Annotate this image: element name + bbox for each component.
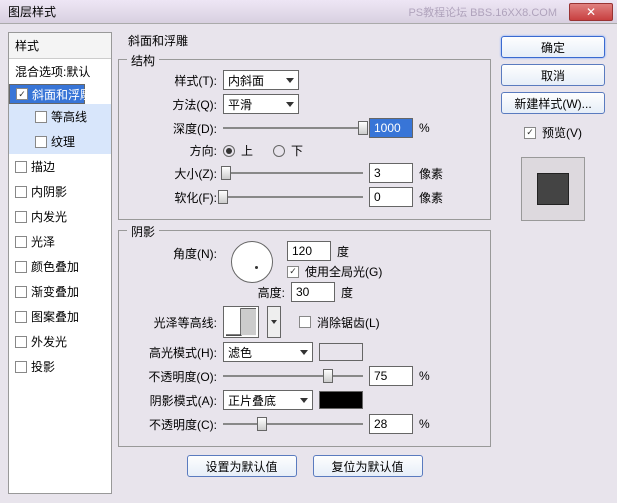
title-bar: 图层样式 PS教程论坛 BBS.16XX8.COM ✕ [0,0,617,24]
chevron-down-icon [286,78,294,83]
sidebar-item-stroke[interactable]: 描边 [9,154,111,179]
checkbox-icon[interactable] [15,186,27,198]
reset-default-button[interactable]: 复位为默认值 [313,455,423,477]
size-label: 大小(Z): [129,165,217,182]
shading-group: 阴影 角度(N): 120度 使用全局光(G) 高度:30度 光泽等高线: 消除… [118,230,491,447]
method-label: 方法(Q): [129,96,217,113]
checkbox-icon[interactable] [15,261,27,273]
sidebar-item-gradient-overlay[interactable]: 渐变叠加 [9,279,111,304]
main-panel: 斜面和浮雕 结构 样式(T): 内斜面 方法(Q): 平滑 深度(D): 100… [118,32,491,494]
highlight-opacity-slider[interactable] [223,368,363,384]
altitude-input[interactable]: 30 [291,282,335,302]
sidebar-item-pattern-overlay[interactable]: 图案叠加 [9,304,111,329]
highlight-opacity-label: 不透明度(O): [129,368,217,385]
depth-slider[interactable] [223,120,363,136]
direction-label: 方向: [129,142,217,159]
checkbox-icon[interactable] [15,286,27,298]
soften-slider[interactable] [223,189,363,205]
angle-input[interactable]: 120 [287,241,331,261]
checkbox-icon[interactable] [15,161,27,173]
soften-input[interactable]: 0 [369,187,413,207]
preview-box [521,157,585,221]
sidebar-item-inner-shadow[interactable]: 内阴影 [9,179,111,204]
global-light-checkbox[interactable] [287,266,299,278]
shadow-opacity-slider[interactable] [223,416,363,432]
gloss-contour[interactable] [223,306,259,338]
preview-swatch [537,173,569,205]
contour-dropdown[interactable] [267,306,281,338]
size-input[interactable]: 3 [369,163,413,183]
checkbox-icon[interactable] [35,136,47,148]
chevron-down-icon [300,350,308,355]
preview-checkbox[interactable] [524,127,536,139]
shadow-color-swatch[interactable] [319,391,363,409]
close-button[interactable]: ✕ [569,3,613,21]
shadow-opacity-input[interactable]: 28 [369,414,413,434]
checkbox-icon[interactable] [35,111,47,123]
highlight-mode-label: 高光模式(H): [129,344,217,361]
new-style-button[interactable]: 新建样式(W)... [501,92,605,114]
sidebar-item-bevel[interactable]: 斜面和浮雕 [9,84,85,104]
window-title: 图层样式 [8,3,56,20]
checkbox-icon[interactable] [15,236,27,248]
shadow-mode-label: 阴影模式(A): [129,392,217,409]
depth-input[interactable]: 1000 [369,118,413,138]
chevron-down-icon [300,398,308,403]
soften-label: 软化(F): [129,189,217,206]
checkbox-icon[interactable] [15,311,27,323]
soften-unit: 像素 [419,189,443,206]
sidebar-item-outer-glow[interactable]: 外发光 [9,329,111,354]
structure-group: 结构 样式(T): 内斜面 方法(Q): 平滑 深度(D): 1000 % 方向… [118,59,491,220]
chevron-down-icon [286,102,294,107]
sidebar-header: 样式 [9,33,111,59]
method-select[interactable]: 平滑 [223,94,299,114]
angle-dial[interactable] [231,241,273,283]
highlight-opacity-input[interactable]: 75 [369,366,413,386]
styles-sidebar: 样式 混合选项:默认 斜面和浮雕 等高线 纹理 描边 内阴影 内发光 光泽 颜色… [8,32,112,494]
watermark: PS教程论坛 BBS.16XX8.COM [408,4,557,20]
set-default-button[interactable]: 设置为默认值 [187,455,297,477]
depth-label: 深度(D): [129,120,217,137]
gloss-label: 光泽等高线: [129,314,217,331]
ok-button[interactable]: 确定 [501,36,605,58]
direction-up-radio[interactable] [223,145,235,157]
depth-unit: % [419,121,430,135]
right-panel: 确定 取消 新建样式(W)... 预览(V) [497,32,609,494]
highlight-color-swatch[interactable] [319,343,363,361]
sidebar-item-color-overlay[interactable]: 颜色叠加 [9,254,111,279]
sidebar-item-satin[interactable]: 光泽 [9,229,111,254]
size-unit: 像素 [419,165,443,182]
shadow-mode-select[interactable]: 正片叠底 [223,390,313,410]
shading-legend: 阴影 [127,223,159,240]
shadow-opacity-label: 不透明度(C): [129,416,217,433]
angle-label: 角度(N): [129,241,217,262]
blend-options[interactable]: 混合选项:默认 [9,59,111,84]
sidebar-item-drop-shadow[interactable]: 投影 [9,354,111,379]
antialias-checkbox[interactable] [299,316,311,328]
checkbox-icon[interactable] [16,88,28,100]
checkbox-icon[interactable] [15,211,27,223]
sidebar-item-contour[interactable]: 等高线 [9,104,111,129]
checkbox-icon[interactable] [15,336,27,348]
size-slider[interactable] [223,165,363,181]
sidebar-item-inner-glow[interactable]: 内发光 [9,204,111,229]
checkbox-icon[interactable] [15,361,27,373]
cancel-button[interactable]: 取消 [501,64,605,86]
sidebar-item-texture[interactable]: 纹理 [9,129,111,154]
style-label: 样式(T): [129,72,217,89]
highlight-mode-select[interactable]: 滤色 [223,342,313,362]
structure-legend: 结构 [127,52,159,69]
style-select[interactable]: 内斜面 [223,70,299,90]
panel-title: 斜面和浮雕 [118,32,491,49]
direction-down-radio[interactable] [273,145,285,157]
